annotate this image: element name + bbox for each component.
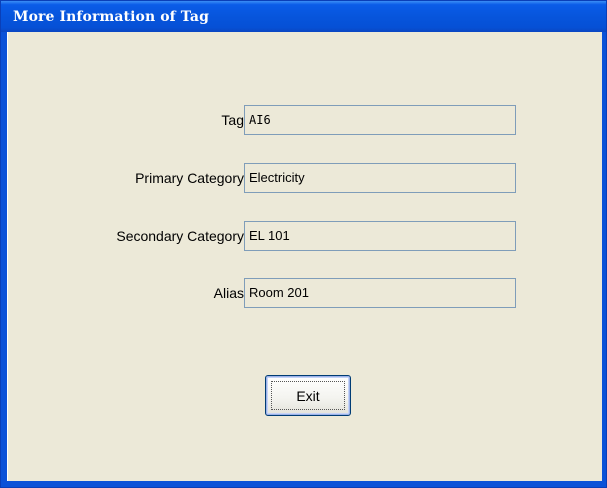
primary-category-field[interactable]: Electricity — [244, 163, 516, 193]
alias-row: Alias Room 201 — [8, 278, 602, 308]
secondary-category-label: Secondary Category — [116, 228, 244, 244]
primary-category-label: Primary Category — [135, 170, 244, 186]
primary-category-row: Primary Category Electricity — [8, 163, 602, 193]
exit-button-label: Exit — [296, 387, 320, 404]
exit-button[interactable]: Exit — [265, 375, 351, 416]
tag-field[interactable]: AI6 — [244, 105, 516, 135]
alias-field[interactable]: Room 201 — [244, 278, 516, 308]
secondary-category-field[interactable]: EL 101 — [244, 221, 516, 251]
alias-label: Alias — [213, 285, 244, 301]
dialog-title: More Information of Tag — [13, 8, 209, 25]
tag-label: Tag — [221, 112, 244, 128]
title-bar[interactable]: More Information of Tag — [1, 1, 606, 32]
tag-info-dialog: More Information of Tag Tag AI6 Primary … — [0, 0, 607, 488]
dialog-body: Tag AI6 Primary Category Electricity Sec… — [7, 32, 602, 481]
secondary-category-row: Secondary Category EL 101 — [8, 221, 602, 251]
tag-row: Tag AI6 — [8, 105, 602, 135]
